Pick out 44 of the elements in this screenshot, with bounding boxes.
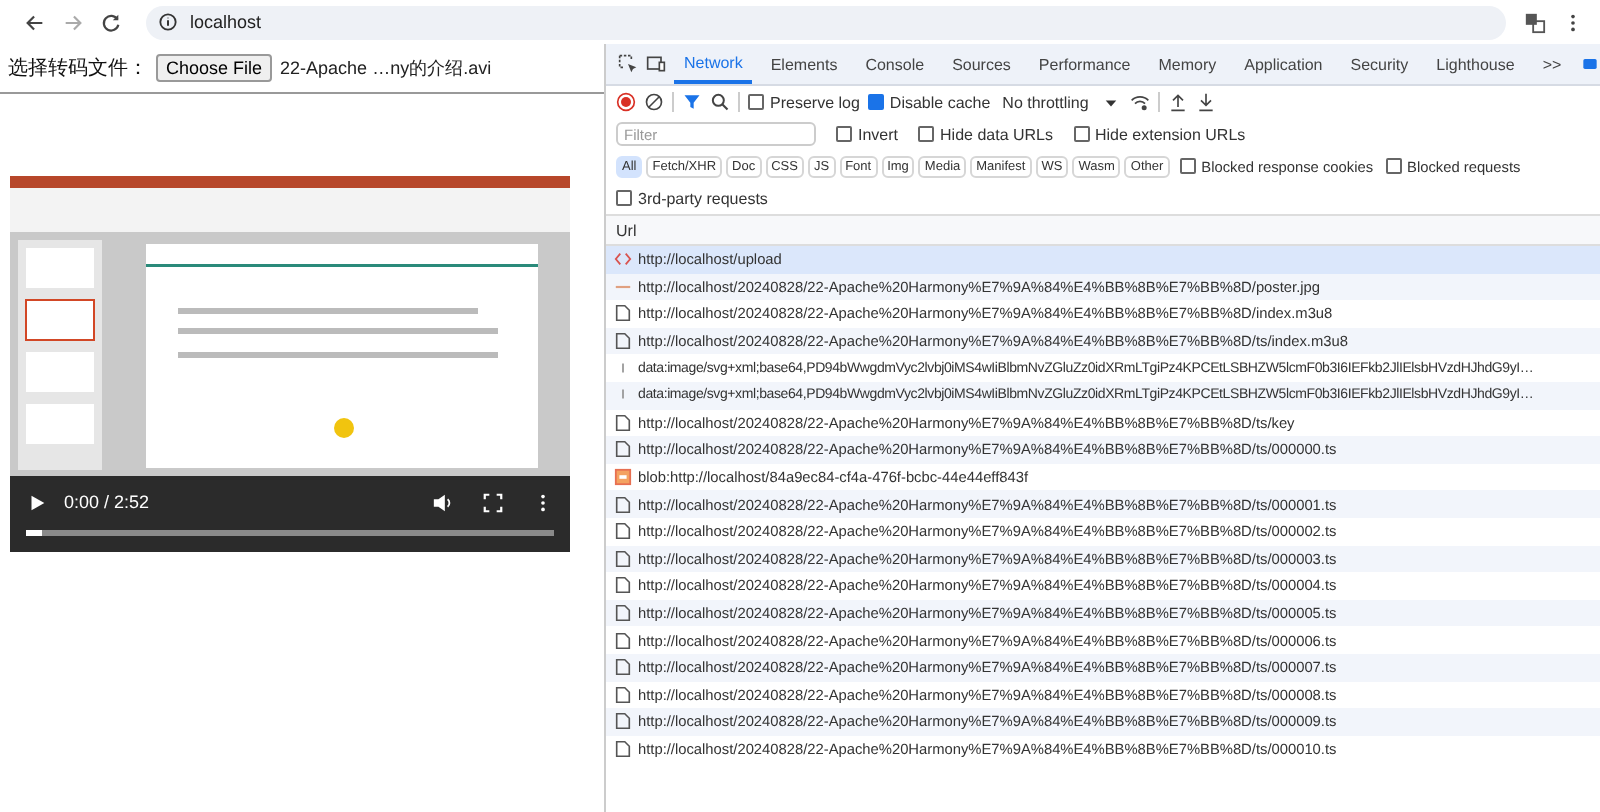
filter-icon[interactable] <box>682 92 702 112</box>
search-icon[interactable] <box>710 92 730 112</box>
volume-icon[interactable] <box>432 491 454 513</box>
more-tabs-button[interactable]: >> <box>1532 44 1572 84</box>
column-header[interactable]: Url <box>616 221 637 239</box>
video-time: 0:00 / 2:52 <box>64 492 150 512</box>
choose-file-button[interactable]: Choose File <box>156 54 273 82</box>
devtools-tab[interactable]: Elements <box>760 44 848 84</box>
wifi-settings-icon[interactable] <box>1130 92 1151 112</box>
play-icon[interactable] <box>26 491 48 513</box>
address-bar[interactable]: localhost <box>146 5 1506 39</box>
devtools-tab[interactable]: Network <box>674 44 753 84</box>
progress-bar[interactable] <box>26 530 554 536</box>
devtools-tab[interactable]: Performance <box>1028 44 1141 84</box>
checkbox-option[interactable]: Preserve log <box>748 93 860 111</box>
devtools-tab[interactable]: Application <box>1234 44 1333 84</box>
checkbox-option[interactable]: Disable cache <box>867 93 991 111</box>
throttling-dropdown[interactable]: No throttling <box>998 93 1123 111</box>
record-icon[interactable] <box>616 92 636 112</box>
devtools-tab[interactable]: Lighthouse <box>1426 44 1525 84</box>
download-icon[interactable] <box>1196 92 1217 112</box>
devtools-tab[interactable]: Memory <box>1148 44 1227 84</box>
fullscreen-icon[interactable] <box>482 491 504 513</box>
translate-icon[interactable] <box>1524 11 1546 33</box>
caret-icon <box>1104 95 1119 109</box>
media-icon <box>614 468 632 487</box>
checkbox-option[interactable]: Hide data URLs <box>918 125 1053 143</box>
checkbox-option[interactable]: Invert <box>836 125 899 143</box>
issues-icon[interactable] <box>1580 54 1600 74</box>
device-icon[interactable] <box>646 54 666 74</box>
file-name: 22-Apache …ny的介绍.avi <box>280 55 492 81</box>
upload-icon[interactable] <box>1168 92 1189 112</box>
clear-icon[interactable] <box>644 92 664 112</box>
devtools-tab[interactable]: Security <box>1340 44 1419 84</box>
back-icon[interactable] <box>24 11 46 33</box>
inspect-icon[interactable] <box>618 54 638 74</box>
file-label: 选择转码文件： <box>8 55 148 82</box>
code-icon <box>614 250 632 269</box>
devtools-tab[interactable]: Console <box>855 44 935 84</box>
devtools-tab[interactable]: Sources <box>942 44 1021 84</box>
checkbox-option[interactable]: Hide extension URLs <box>1073 125 1246 143</box>
checkbox-option[interactable]: 3rd-party requests <box>616 189 768 207</box>
info-icon[interactable] <box>158 12 178 32</box>
reload-icon[interactable] <box>100 11 122 33</box>
